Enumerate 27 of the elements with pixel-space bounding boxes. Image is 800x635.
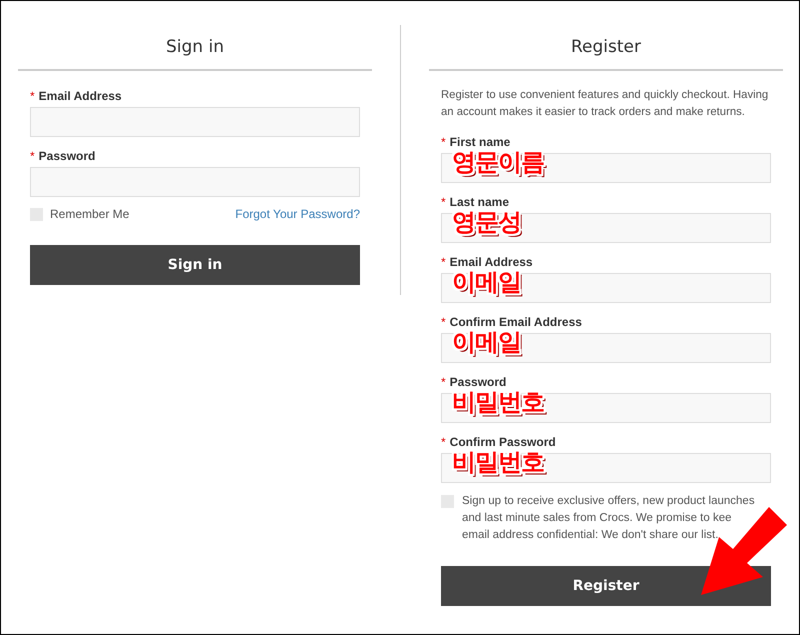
arrow-icon [701,507,787,595]
sign-in-button[interactable]: Sign in [30,245,360,285]
field-label: * Password [441,375,508,389]
checkbox-label: Sign up to receive exclusive offers, new product launches [462,494,755,509]
description-text: Register to use convenient features and quickly checkout. Having an account makes it easier to track orders and make returns. [441,88,770,120]
field-label: * Email Address [441,255,534,269]
field-label: * Email Address [30,89,123,103]
input-field[interactable] [30,167,360,197]
section-title: Register [429,25,783,71]
input-field[interactable]: 비밀번호 [441,453,771,483]
input-field[interactable] [30,107,360,137]
field-label: * First name [441,135,512,149]
input-field[interactable]: 영문성 [441,213,771,243]
input-field[interactable]: 이메일 [441,333,771,363]
checkbox-label: Remember Me [50,207,130,221]
field-label: * Confirm Password [441,435,557,449]
input-field[interactable]: 영문이름 [441,153,771,183]
checkbox-label: email address confidential: We don't share our list. [462,528,718,543]
section-title: Sign in [18,25,372,71]
forgot-password-link[interactable]: Forgot Your Password? [235,207,360,221]
register-button[interactable]: Register [441,566,771,606]
checkbox-label: and last minute sales from Crocs. We promise to kee [462,511,732,526]
field-label: * Confirm Email Address [441,315,583,329]
input-field[interactable]: 이메일 [441,273,771,303]
field-label: * Last name [441,195,510,209]
input-field[interactable]: 비밀번호 [441,393,771,423]
field-label: * Password [30,149,96,163]
